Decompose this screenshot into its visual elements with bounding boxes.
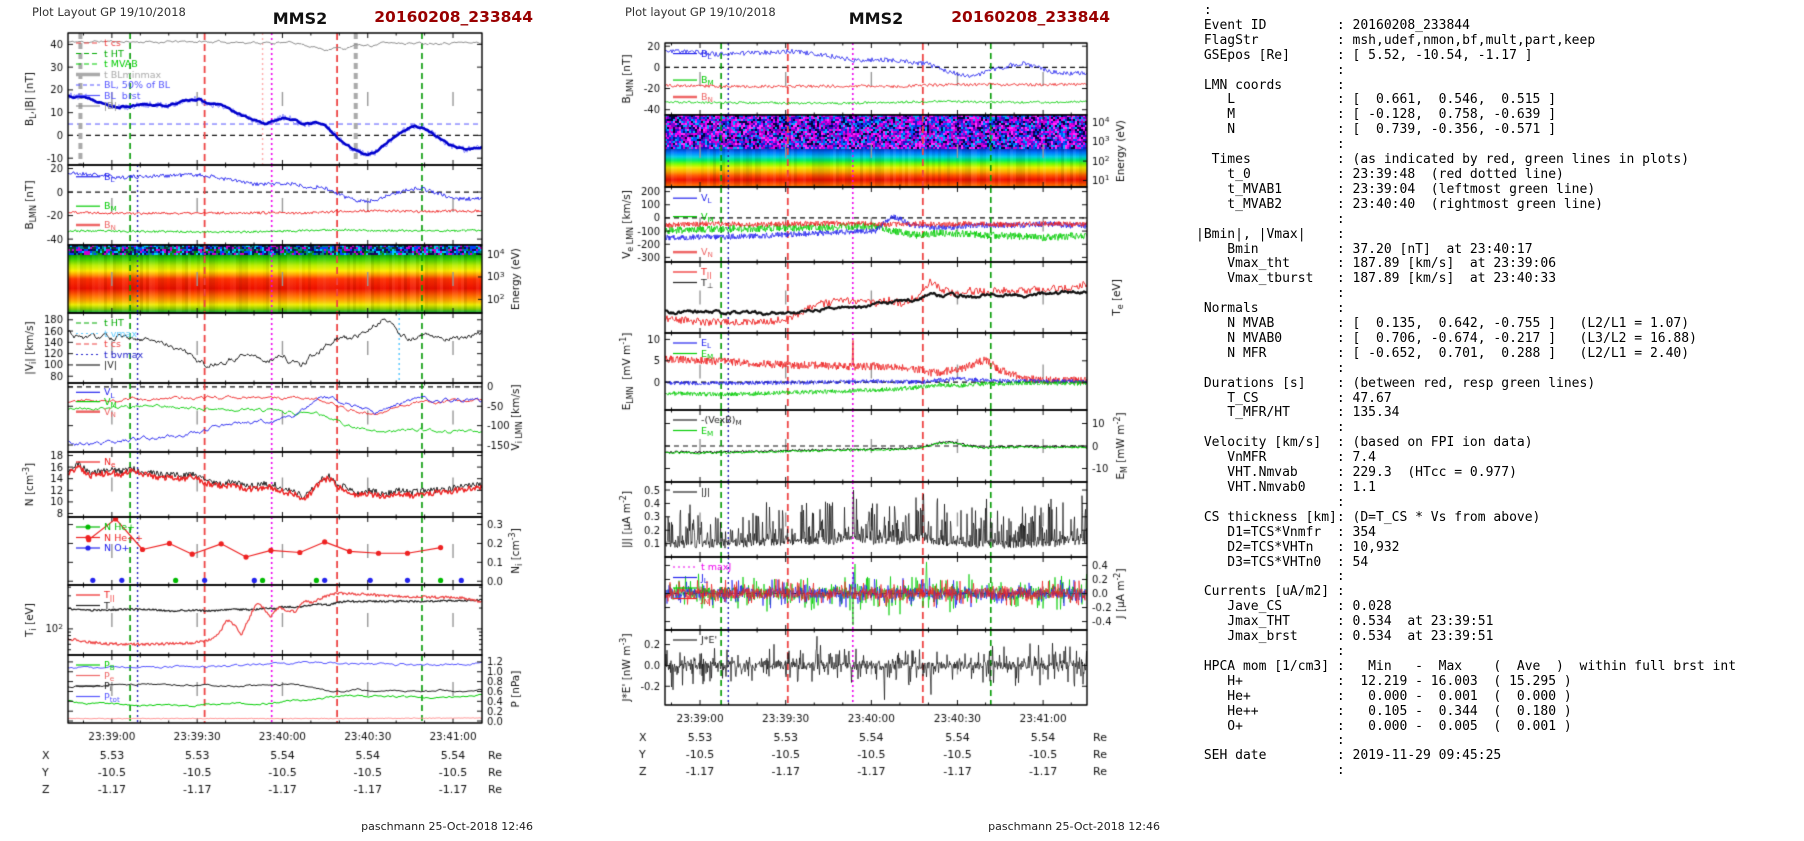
- middle-event-id: 20160208_233844: [951, 8, 1110, 26]
- middle-plot-layout-label: Plot layout GP 19/10/2018: [625, 5, 776, 19]
- left-plot-layout-label: Plot Layout GP 19/10/2018: [32, 5, 186, 19]
- middle-plot-title: MMS2: [848, 9, 904, 28]
- left-plot-column: Plot Layout GP 19/10/2018 MMS2 20160208_…: [0, 0, 565, 841]
- left-plot-title: MMS2: [272, 9, 328, 28]
- app: Plot Layout GP 19/10/2018 MMS2 20160208_…: [0, 0, 1804, 841]
- middle-plot-canvas: [600, 0, 1180, 800]
- left-plot-canvas: [0, 0, 565, 810]
- info-panel: : Event ID : 20160208_233844 FlagStr : m…: [1196, 3, 1737, 779]
- left-footer: paschmann 25-Oct-2018 12:46: [361, 820, 533, 833]
- left-event-id: 20160208_233844: [374, 8, 533, 26]
- middle-footer: paschmann 25-Oct-2018 12:46: [988, 820, 1160, 833]
- middle-plot-column: Plot layout GP 19/10/2018 MMS2 20160208_…: [600, 0, 1180, 841]
